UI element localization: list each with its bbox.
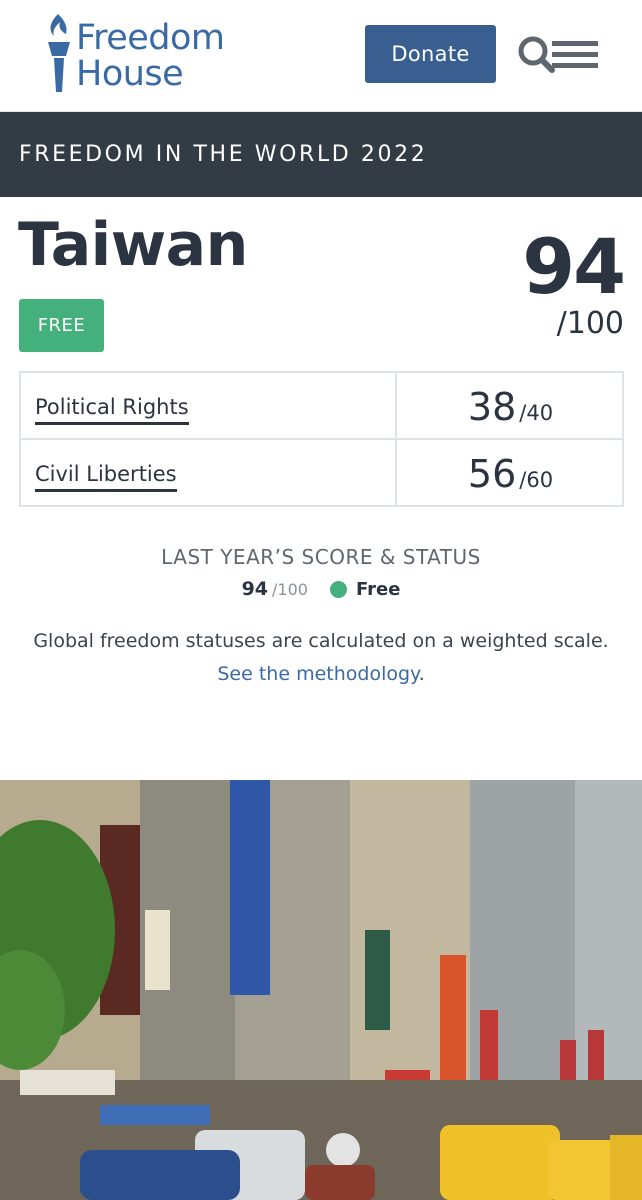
logo-line-2: House xyxy=(76,54,184,94)
total-score-max: /100 xyxy=(556,306,624,341)
report-banner: FREEDOM IN THE WORLD 2022 xyxy=(0,112,642,197)
last-year-max: /100 xyxy=(272,579,308,599)
country-name: Taiwan xyxy=(18,210,248,280)
score-label-cell: Civil Liberties xyxy=(21,440,397,506)
logo-wordmark: Freedom House xyxy=(76,20,225,92)
hero-photo xyxy=(0,780,642,1200)
freedom-house-logo[interactable]: Freedom House xyxy=(44,10,244,100)
site-header: Freedom House Donate xyxy=(0,0,642,112)
score-row-civil-liberties: Civil Liberties 56/60 xyxy=(21,440,622,506)
methodology-note-text: Global freedom statuses are calculated o… xyxy=(33,630,609,652)
score-value-cell: 56/60 xyxy=(399,440,622,506)
political-rights-max: /40 xyxy=(519,401,554,425)
political-rights-link[interactable]: Political Rights xyxy=(35,395,189,425)
street-scene-image xyxy=(0,780,642,1200)
methodology-link-suffix: . xyxy=(418,663,425,685)
torch-icon xyxy=(48,14,70,92)
donate-button[interactable]: Donate xyxy=(365,25,496,83)
status-dot-icon xyxy=(329,580,347,598)
civil-liberties-max: /60 xyxy=(519,468,554,492)
score-row-political-rights: Political Rights 38/40 xyxy=(21,373,622,440)
last-year-heading: LAST YEAR’S SCORE & STATUS xyxy=(161,545,481,569)
logo-line-1: Freedom xyxy=(76,18,225,58)
civil-liberties-score: 56 xyxy=(467,452,517,496)
civil-liberties-link[interactable]: Civil Liberties xyxy=(35,462,177,492)
search-icon[interactable] xyxy=(518,36,555,73)
score-table: Political Rights 38/40 Civil Liberties 5… xyxy=(19,371,624,507)
political-rights-score: 38 xyxy=(467,385,517,429)
last-year-score: 94 xyxy=(241,578,269,600)
total-score: 94 xyxy=(522,222,626,311)
methodology-note: Global freedom statuses are calculated o… xyxy=(0,625,642,691)
score-label-cell: Political Rights xyxy=(21,373,397,438)
search-menu-toggle[interactable] xyxy=(516,32,602,78)
status-badge: FREE xyxy=(19,299,104,352)
last-year-summary: 94 /100 Free xyxy=(0,578,642,600)
hamburger-menu-icon[interactable] xyxy=(552,41,598,68)
report-title[interactable]: FREEDOM IN THE WORLD 2022 xyxy=(19,142,427,167)
last-year-status: Free xyxy=(355,578,401,600)
score-value-cell: 38/40 xyxy=(399,373,622,438)
methodology-link[interactable]: See the methodology xyxy=(217,663,418,685)
